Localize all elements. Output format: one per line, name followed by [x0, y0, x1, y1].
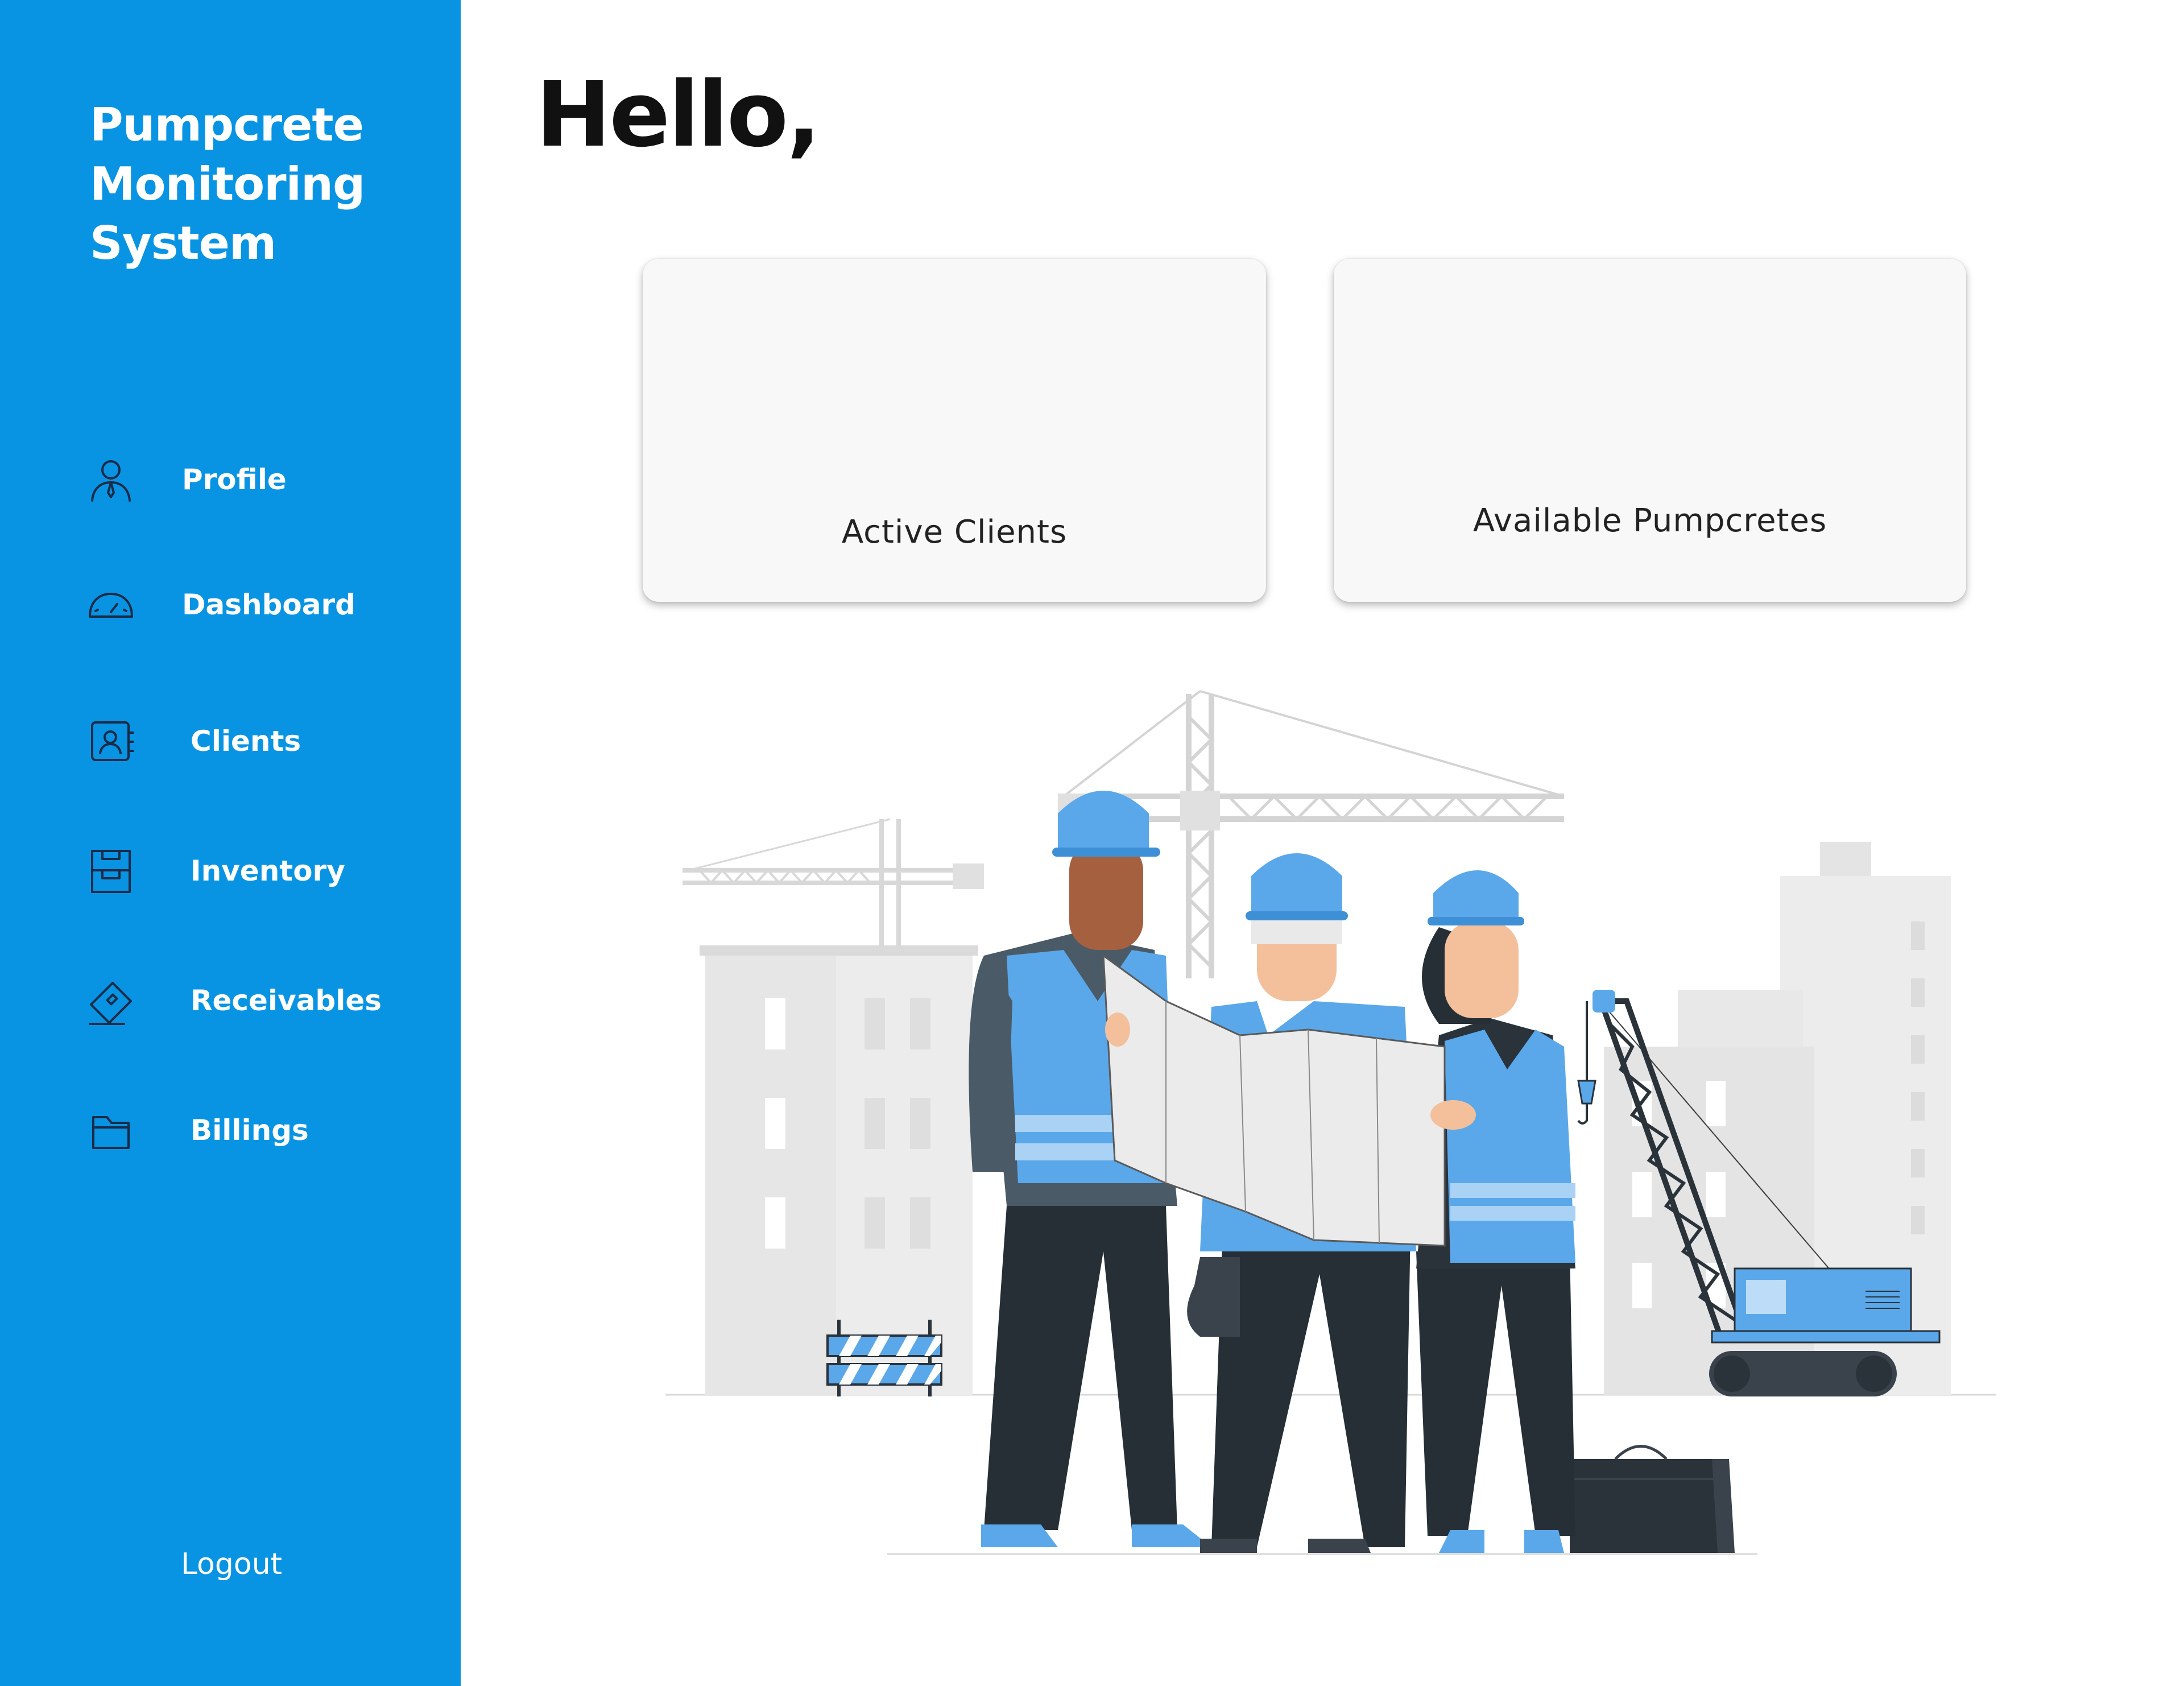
- sidebar-item-label: Inventory: [191, 854, 345, 887]
- sidebar-item-billings[interactable]: Billings: [85, 1099, 438, 1162]
- sidebar-item-label: Clients: [191, 725, 301, 758]
- sidebar: Pumpcrete Monitoring System Profile Dash…: [0, 0, 461, 1686]
- sidebar-item-label: Dashboard: [182, 588, 355, 621]
- sidebar-item-inventory[interactable]: Inventory: [85, 840, 438, 902]
- gauge-icon: [85, 579, 136, 630]
- sidebar-item-profile[interactable]: Profile: [85, 448, 438, 511]
- archive-box-icon: [85, 845, 136, 896]
- contact-card-icon: [85, 716, 136, 767]
- card-label: Available Pumpcretes: [1472, 502, 1827, 539]
- app-title: Pumpcrete Monitoring System: [90, 98, 365, 270]
- sidebar-item-clients[interactable]: Clients: [85, 710, 438, 772]
- available-pumpcretes-card[interactable]: Available Pumpcretes: [1334, 259, 1966, 602]
- folder-icon: [85, 1105, 136, 1156]
- active-clients-card[interactable]: Active Clients: [643, 259, 1266, 602]
- sidebar-item-label: Billings: [191, 1114, 309, 1147]
- user-icon: [85, 454, 136, 505]
- construction-illustration: [665, 683, 1996, 1570]
- page-greeting: Hello,: [536, 63, 821, 167]
- sidebar-item-dashboard[interactable]: Dashboard: [85, 573, 438, 636]
- logout-button[interactable]: Logout: [181, 1547, 282, 1581]
- sidebar-item-label: Receivables: [191, 984, 382, 1017]
- card-label: Active Clients: [841, 514, 1068, 551]
- sidebar-item-label: Profile: [182, 463, 287, 496]
- ticket-icon: [85, 975, 136, 1026]
- sidebar-item-receivables[interactable]: Receivables: [85, 969, 438, 1032]
